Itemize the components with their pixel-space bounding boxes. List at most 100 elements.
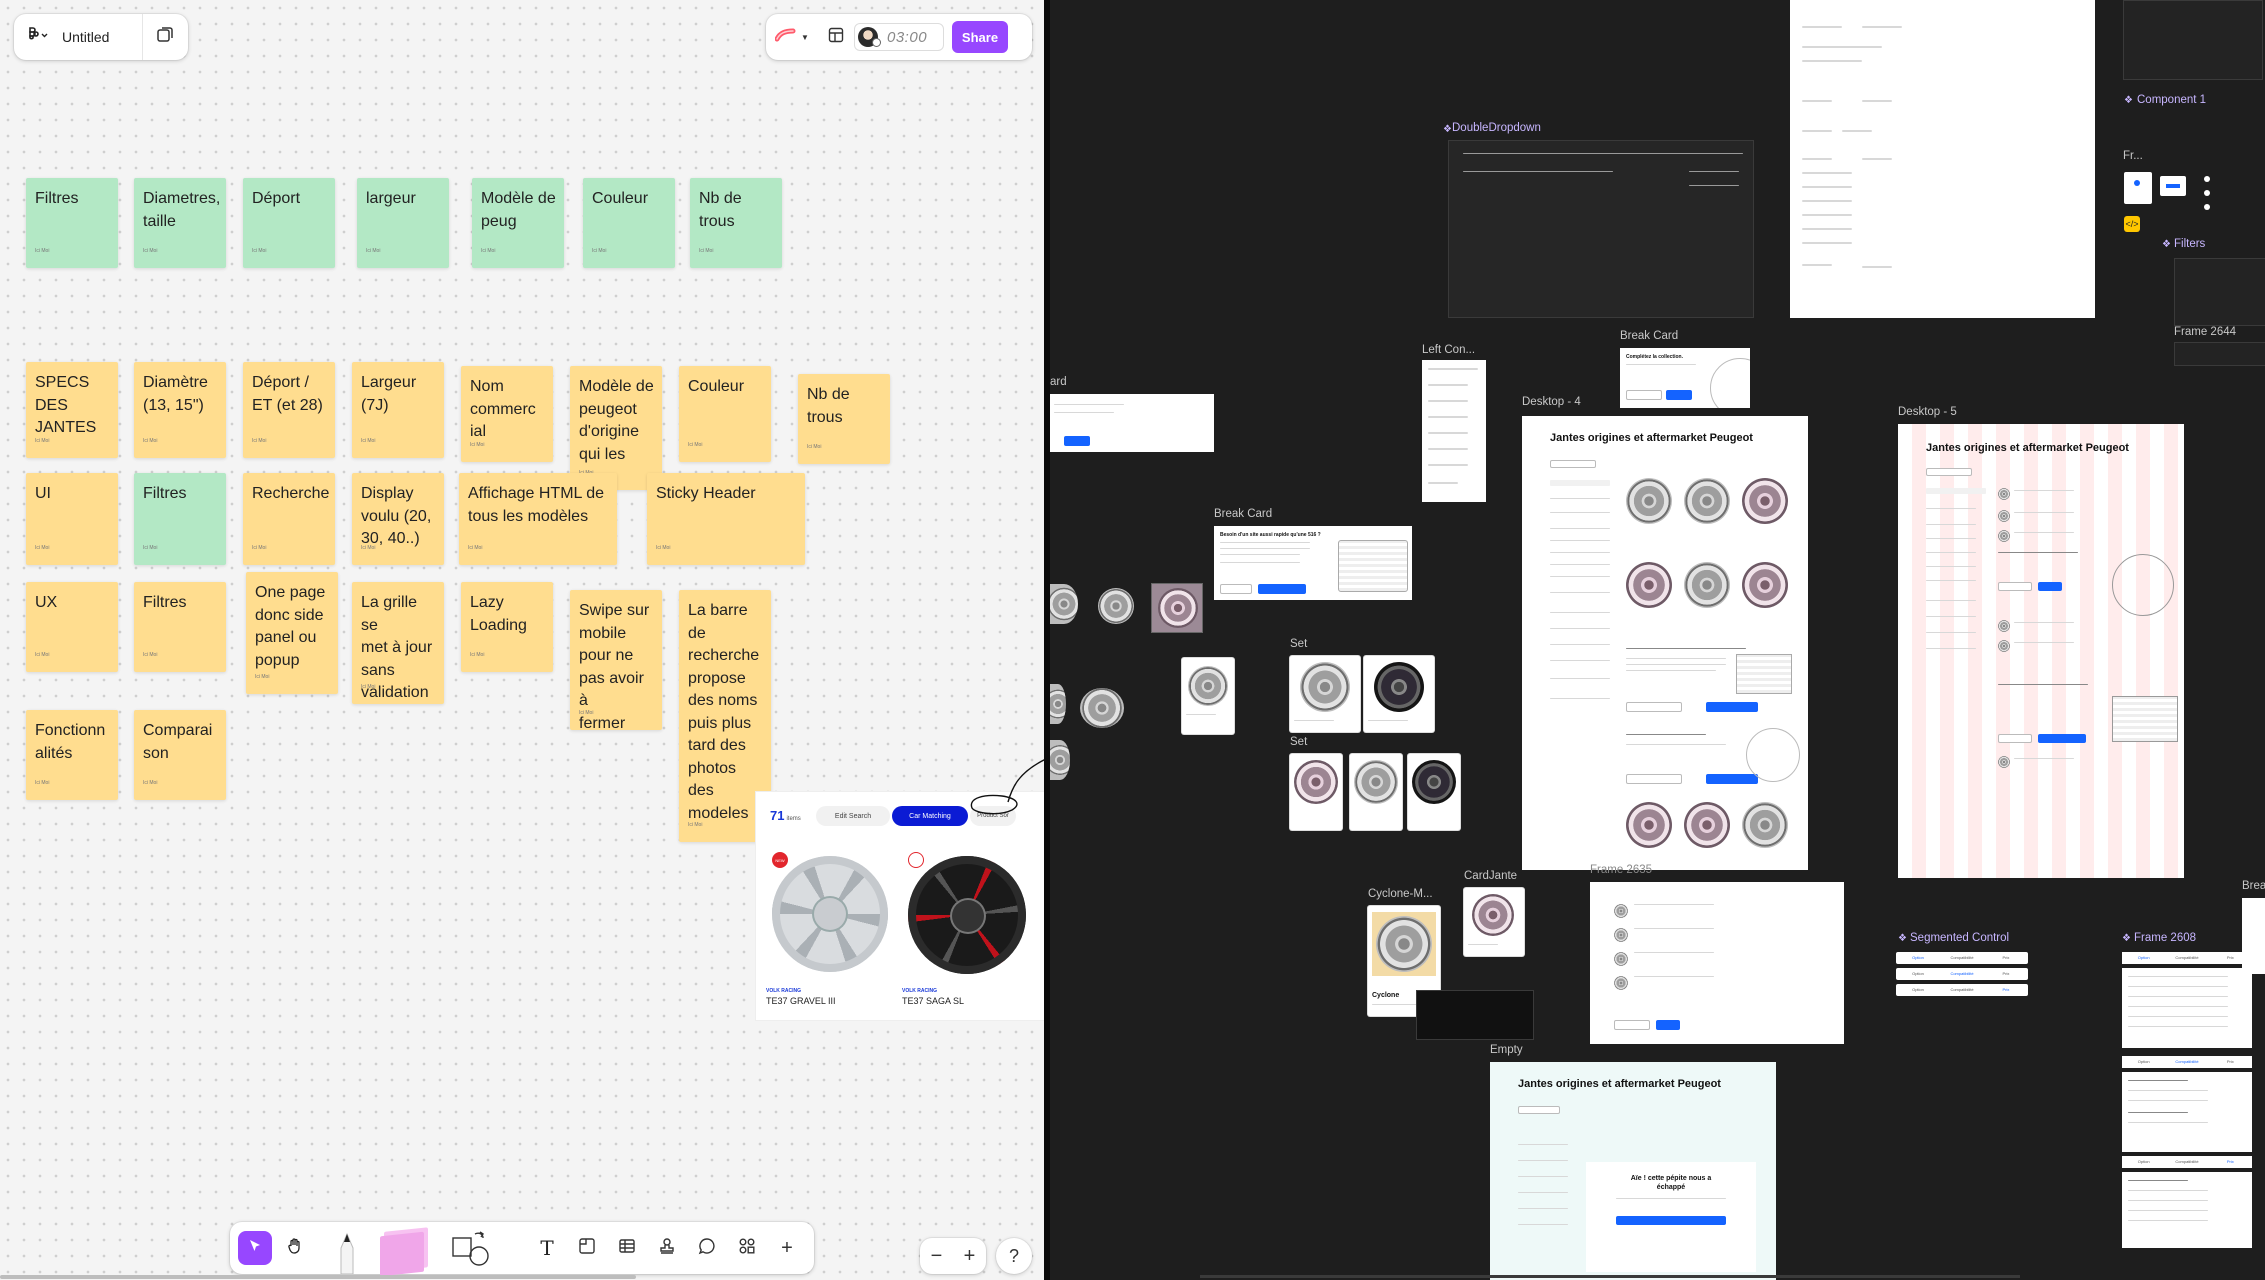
- sticky-note[interactable]: La grille se met à jour sans validation I…: [352, 582, 444, 704]
- sticky-note[interactable]: Largeur (7J) Ici Moi: [352, 362, 444, 458]
- label-frame-list[interactable]: Frame 2635: [1590, 864, 1652, 876]
- desktop-5-frame[interactable]: Jantes origines et aftermarket Peugeot: [1898, 424, 2184, 878]
- sticky-note[interactable]: Lazy Loading Ici Moi: [461, 582, 553, 672]
- text-tool[interactable]: T: [530, 1231, 564, 1265]
- sticky-note[interactable]: Déport / ET (et 28) Ici Moi: [243, 362, 335, 458]
- figma-design-canvas[interactable]: DoubleDropdown ❖ Component 1 ❖ Fr... </>…: [1050, 0, 2265, 1280]
- pages-button[interactable]: [143, 14, 187, 60]
- sticky-note[interactable]: Sticky Header Ici Moi: [647, 473, 805, 565]
- stamp-tool[interactable]: [650, 1231, 684, 1265]
- sticky-note[interactable]: Nom commerc ial Ici Moi: [461, 366, 553, 462]
- desktop-4-frame[interactable]: Jantes origines et aftermarket Peugeot: [1522, 416, 1808, 870]
- wheel-thumbnail[interactable]: [1098, 588, 1134, 624]
- double-dropdown-frame[interactable]: [1448, 140, 1754, 318]
- label-break-card-2[interactable]: Break Card: [1214, 508, 1272, 520]
- marker-menu-button[interactable]: ▼: [766, 14, 818, 60]
- wheel-thumbnail[interactable]: [1050, 584, 1078, 624]
- sticky-note[interactable]: Swipe sur mobile pour ne pas avoir à fer…: [570, 590, 662, 730]
- break-frame-edge[interactable]: [2242, 898, 2265, 974]
- wheel-card[interactable]: [1182, 658, 1234, 734]
- dropdown-spec-frame[interactable]: [1790, 0, 2095, 318]
- card-jante-frame[interactable]: [1464, 888, 1524, 956]
- product-card[interactable]: NEW VOLK RACING TE37 GRAVEL III: [766, 850, 894, 1020]
- label-component-1[interactable]: Component 1: [2137, 94, 2206, 106]
- wheel-thumbnail-selected[interactable]: [1152, 584, 1202, 632]
- car-matching-button[interactable]: Car Matching: [892, 806, 968, 826]
- table-tool[interactable]: [610, 1231, 644, 1265]
- frame-2608[interactable]: Option Compatibilité Prix Option Compatibil…: [2122, 952, 2252, 1252]
- label-left-con[interactable]: Left Con...: [1422, 344, 1475, 356]
- left-container-frame[interactable]: [1422, 360, 1486, 502]
- wheel-thumbnail[interactable]: [1050, 740, 1070, 780]
- sticky-note[interactable]: Modèle de peug Ici Moi: [472, 178, 564, 268]
- sticky-note[interactable]: SPECS DES JANTES Ici Moi: [26, 362, 118, 458]
- horizontal-scrollbar[interactable]: [0, 1275, 636, 1279]
- edit-search-button[interactable]: Edit Search: [816, 806, 890, 826]
- bottom-scrollbar[interactable]: [1200, 1275, 2020, 1278]
- sticky-note[interactable]: Nb de trous Ici Moi: [690, 178, 782, 268]
- dark-tooltip-frame[interactable]: [1416, 990, 1534, 1040]
- label-desktop-4[interactable]: Desktop - 4: [1522, 396, 1581, 408]
- sticky-note[interactable]: Nb de trous Ici Moi: [798, 374, 890, 464]
- sticky-note[interactable]: One page donc side panel ou popup Ici Moi: [246, 572, 338, 694]
- wheel-thumbnail[interactable]: [1080, 688, 1124, 728]
- break-card-frame-2[interactable]: Besoin d'un site aussi rapide qu'une 516…: [1214, 526, 1412, 600]
- sticky-note[interactable]: largeur Ici Moi: [357, 178, 449, 268]
- wheel-thumbnail[interactable]: [1050, 684, 1066, 724]
- hand-tool[interactable]: [278, 1231, 312, 1265]
- segmented-control-frame[interactable]: Option Compatibilité Prix Option Compatibil…: [1896, 952, 2028, 998]
- label-fr[interactable]: Fr...: [2123, 150, 2143, 162]
- sticky-note[interactable]: Affichage HTML de tous les modèles Ici Mo…: [459, 473, 617, 565]
- label-frame-2608[interactable]: Frame 2608: [2134, 932, 2196, 944]
- sticky-note[interactable]: Diamètre (13, 15") Ici Moi: [134, 362, 226, 458]
- marker-tool[interactable]: [334, 1222, 360, 1275]
- label-set-2[interactable]: Set: [1290, 736, 1307, 748]
- filters-frame[interactable]: [2174, 258, 2265, 326]
- sticky-note[interactable]: Display voulu (20, 30, 40..) Ici Moi: [352, 473, 444, 565]
- zoom-out-button[interactable]: −: [931, 1245, 943, 1268]
- label-set-1[interactable]: Set: [1290, 638, 1307, 650]
- shape-tool[interactable]: [452, 1230, 489, 1266]
- section-tool[interactable]: [570, 1231, 604, 1265]
- sticky-note[interactable]: Couleur Ici Moi: [679, 366, 771, 462]
- component-1-swatch[interactable]: [2124, 172, 2152, 204]
- label-break-card-1[interactable]: Break Card: [1620, 330, 1678, 342]
- figma-menu-button[interactable]: [14, 14, 62, 60]
- sticky-note[interactable]: Filtres Ici Moi: [26, 178, 118, 268]
- ard-card-frame[interactable]: [1050, 394, 1214, 452]
- label-cyclone[interactable]: Cyclone-M...: [1368, 888, 1433, 900]
- more-tool[interactable]: +: [770, 1231, 804, 1265]
- label-double-dropdown[interactable]: DoubleDropdown: [1452, 122, 1541, 134]
- label-filters[interactable]: Filters: [2174, 238, 2205, 250]
- embedded-screenshot[interactable]: 71 items Edit Search Car Matching Product…: [756, 759, 1044, 1020]
- empty-state-frame[interactable]: Jantes origines et aftermarket Peugeot A…: [1490, 1062, 1776, 1280]
- sticky-note[interactable]: Fonctionn alités Ici Moi: [26, 710, 118, 800]
- label-segmented-control[interactable]: Segmented Control: [1910, 932, 2009, 944]
- label-empty[interactable]: Empty: [1490, 1044, 1523, 1056]
- sticky-note[interactable]: Filtres Ici Moi: [134, 473, 226, 565]
- comment-tool[interactable]: [690, 1231, 724, 1265]
- label-brea[interactable]: Brea: [2242, 880, 2265, 892]
- file-title[interactable]: Untitled: [62, 29, 142, 45]
- sticky-note[interactable]: UX Ici Moi: [26, 582, 118, 672]
- sticky-note[interactable]: Couleur Ici Moi: [583, 178, 675, 268]
- break-card-frame-1[interactable]: Complétez la collection.: [1620, 348, 1750, 408]
- label-card-jante[interactable]: CardJante: [1464, 870, 1517, 882]
- set-frame-1[interactable]: [1290, 656, 1434, 734]
- sticky-note[interactable]: Modèle de peugeot d'origine qui lesIci M…: [570, 366, 662, 490]
- layout-button[interactable]: [818, 14, 854, 60]
- figjam-canvas[interactable]: Untitled ▼ 03:00 Share Filtres Ici Moi D…: [0, 0, 1044, 1280]
- timer-widget[interactable]: 03:00: [854, 23, 944, 51]
- label-frame-2644[interactable]: Frame 2644: [2174, 326, 2236, 338]
- component-frame-top[interactable]: [2123, 0, 2263, 80]
- select-tool[interactable]: [238, 1231, 272, 1265]
- sticky-note[interactable]: UI Ici Moi: [26, 473, 118, 565]
- zoom-in-button[interactable]: +: [964, 1245, 976, 1268]
- sticky-note[interactable]: Déport Ici Moi: [243, 178, 335, 268]
- product-card[interactable]: VOLK RACING TE37 SAGA SL: [902, 850, 1042, 1020]
- list-frame[interactable]: [1590, 882, 1844, 1044]
- help-button[interactable]: ?: [996, 1238, 1032, 1274]
- sticky-note[interactable]: Diametres, taille Ici Moi: [134, 178, 226, 268]
- widgets-tool[interactable]: [730, 1231, 764, 1265]
- sticky-note[interactable]: Comparai son Ici Moi: [134, 710, 226, 800]
